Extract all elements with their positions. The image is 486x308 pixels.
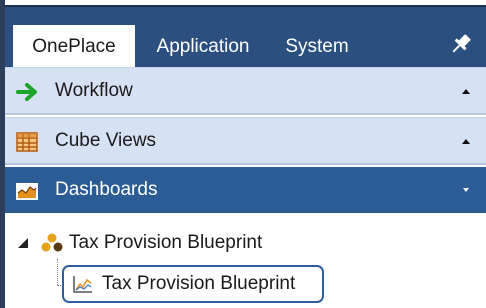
grid-table-icon	[16, 132, 38, 152]
expanded-triangle-icon[interactable]	[17, 237, 29, 249]
tab-application[interactable]: Application	[143, 26, 263, 67]
chevron-up-icon[interactable]	[460, 86, 472, 96]
tab-bar: OnePlace Application System	[5, 7, 486, 67]
pin-icon[interactable]	[448, 31, 474, 57]
tree-node-child-selected[interactable]: Tax Provision Blueprint	[62, 265, 324, 303]
arrow-right-icon	[16, 83, 37, 101]
chevron-down-icon[interactable]	[460, 185, 472, 195]
tab-system[interactable]: System	[277, 26, 357, 67]
tab-bar-top-line	[5, 5, 486, 7]
panel-header-dashboards[interactable]: Dashboards	[5, 167, 486, 213]
tree-node-child-label: Tax Provision Blueprint	[102, 273, 296, 294]
panel-label-dashboards: Dashboards	[55, 179, 158, 200]
dashboard-chart-icon	[16, 183, 38, 200]
panel-label-cube-views: Cube Views	[55, 130, 157, 151]
oneplace-navigation-pane: OnePlace Application System Workflow Cub…	[0, 0, 486, 308]
dashboard-tree: Tax Provision Blueprint Tax Provision Bl…	[5, 213, 486, 308]
tree-node-parent-label: Tax Provision Blueprint	[69, 232, 263, 253]
tab-oneplace[interactable]: OnePlace	[13, 25, 135, 67]
group-dots-icon	[41, 233, 63, 252]
panel-label-workflow: Workflow	[55, 80, 133, 101]
panel-header-cube-views[interactable]: Cube Views	[5, 117, 486, 165]
chevron-up-icon[interactable]	[460, 136, 472, 146]
line-chart-icon	[73, 276, 92, 293]
tree-connector-vertical	[57, 259, 58, 285]
panel-header-workflow[interactable]: Workflow	[5, 67, 486, 115]
